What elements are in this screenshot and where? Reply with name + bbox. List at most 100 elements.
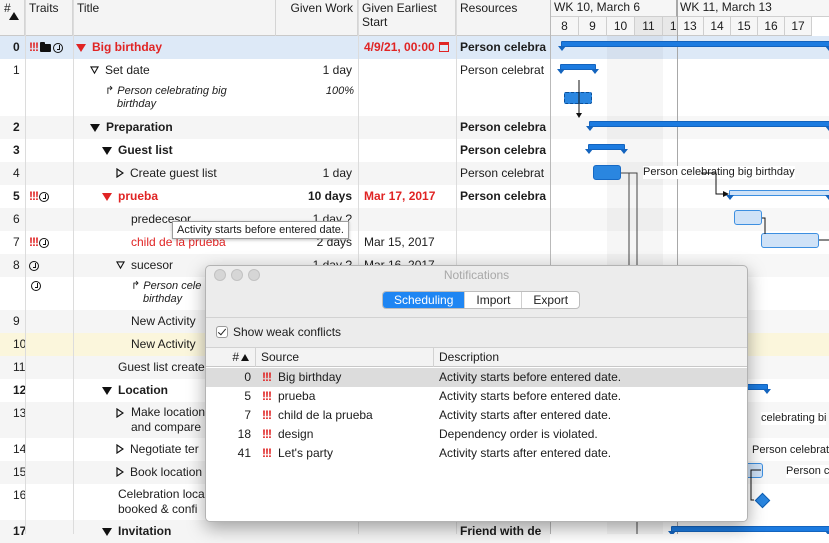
disclosure-triangle-icon[interactable] xyxy=(102,193,112,201)
row-work[interactable]: 10 days xyxy=(276,185,356,208)
assignment-percent[interactable]: 100% xyxy=(276,85,354,98)
disclosure-triangle-closed-icon[interactable] xyxy=(116,467,124,477)
gantt-summary-bar[interactable] xyxy=(585,144,628,154)
gantt-summary-bar[interactable] xyxy=(668,526,829,534)
row-start[interactable]: 4/9/21, 00:00 xyxy=(362,36,456,59)
show-weak-conflicts-label: Show weak conflicts xyxy=(233,325,342,339)
outline-row-assignment-1[interactable]: ↱ Person celebrating big birthday 100% xyxy=(0,82,550,116)
conflict-icon: !!! xyxy=(29,235,39,249)
row-work[interactable]: 1 day xyxy=(276,162,356,185)
outline-row-2[interactable]: 2 Preparation Person celebra xyxy=(0,116,550,139)
row-resources[interactable]: Person celebra xyxy=(460,36,550,59)
notification-row[interactable]: 5 !!! prueba Activity starts before ente… xyxy=(206,387,747,406)
gantt-summary-bar[interactable] xyxy=(726,190,829,200)
row-resources[interactable]: Person celebra xyxy=(460,185,550,208)
row-title[interactable]: Invitation xyxy=(118,524,171,538)
gantt-activity-bar[interactable] xyxy=(734,210,762,225)
tab-export[interactable]: Export xyxy=(522,292,579,308)
tab-scheduling[interactable]: Scheduling xyxy=(383,292,466,308)
week-header: WK 10, March 6 xyxy=(551,0,677,17)
notification-row[interactable]: 0 !!! Big birthday Activity starts befor… xyxy=(206,368,747,387)
column-header-number[interactable]: # xyxy=(206,348,256,367)
row-title[interactable]: Create guest list xyxy=(130,166,217,180)
row-number: 0 xyxy=(13,40,20,54)
disclosure-triangle-closed-icon[interactable] xyxy=(116,168,124,178)
outline-row-0[interactable]: 0 !!! Big birthday 4/9/21, 00:00 Person … xyxy=(0,36,550,59)
row-number: 7 xyxy=(13,235,20,249)
gantt-activity-bar[interactable] xyxy=(761,233,819,248)
column-header-given-work-label: Given Work xyxy=(290,1,353,15)
row-number: 15 xyxy=(13,465,25,479)
disclosure-triangle-icon[interactable] xyxy=(102,387,112,395)
gantt-resource-label: Person celebrati xyxy=(752,444,829,457)
disclosure-triangle-icon[interactable] xyxy=(102,147,112,155)
checkbox-icon[interactable] xyxy=(216,326,228,338)
outline-row-3[interactable]: 3 Guest list Person celebra xyxy=(0,139,550,162)
column-header-given-start[interactable]: Given Earliest Start xyxy=(358,0,456,36)
row-title[interactable]: Celebration loca booked & confi xyxy=(118,487,205,517)
sort-ascending-icon xyxy=(9,12,19,20)
row-work[interactable]: 1 day xyxy=(276,59,356,82)
notification-row[interactable]: 7 !!! child de la prueba Activity starts… xyxy=(206,406,747,425)
row-title[interactable]: Preparation xyxy=(106,120,173,134)
row-number: 9 xyxy=(13,314,20,328)
row-title[interactable]: Make location and compare xyxy=(131,405,205,435)
notification-row[interactable]: 18 !!! design Dependency order is violat… xyxy=(206,425,747,444)
row-number: 4 xyxy=(13,166,20,180)
column-header-given-start-line1: Given Earliest xyxy=(362,1,437,15)
clock-icon xyxy=(29,260,39,271)
row-resources[interactable]: Person celebra xyxy=(460,116,550,139)
sort-ascending-icon xyxy=(241,354,249,361)
row-title[interactable]: prueba xyxy=(118,189,158,203)
outline-row-1[interactable]: 1 Set date 1 day Person celebrat xyxy=(0,59,550,82)
day-header: 16 xyxy=(758,17,785,36)
disclosure-triangle-icon[interactable] xyxy=(90,124,100,132)
gantt-activity-bar[interactable] xyxy=(593,165,621,180)
disclosure-triangle-icon[interactable] xyxy=(76,44,86,52)
milestone-icon[interactable] xyxy=(754,492,771,509)
row-start[interactable]: Mar 17, 2017 xyxy=(362,185,456,208)
gantt-assignment-bar[interactable] xyxy=(564,92,592,104)
row-resources[interactable]: Friend with de xyxy=(460,520,550,543)
column-header-title[interactable]: Title xyxy=(73,0,276,36)
show-weak-conflicts-toggle[interactable]: Show weak conflicts xyxy=(216,324,341,340)
column-header-title-label: Title xyxy=(77,1,100,15)
disclosure-triangle-icon[interactable] xyxy=(102,528,112,536)
gantt-resource-label: Person celebrating big birthday xyxy=(643,166,795,179)
row-resources[interactable]: Person celebrat xyxy=(460,162,550,185)
notification-row[interactable]: 41 !!! Let's party Activity starts after… xyxy=(206,444,747,463)
gantt-summary-bar[interactable] xyxy=(558,41,829,51)
row-title[interactable]: Book location xyxy=(130,465,202,479)
day-header: 14 xyxy=(704,17,731,36)
column-header-traits-label: Traits xyxy=(29,1,59,15)
column-header-number[interactable]: # xyxy=(0,0,25,36)
disclosure-triangle-closed-icon[interactable] xyxy=(116,444,124,454)
disclosure-triangle-open-icon[interactable] xyxy=(116,261,125,270)
outline-row-4[interactable]: 4 Create guest list 1 day Person celebra… xyxy=(0,162,550,185)
row-resources[interactable]: Person celebrat xyxy=(460,59,550,82)
row-title[interactable]: Negotiate ter xyxy=(130,442,199,456)
row-resources[interactable]: Person celebra xyxy=(460,139,550,162)
gantt-row xyxy=(551,36,829,59)
outline-row-5[interactable]: 5 !!! prueba 10 days Mar 17, 2017 Person… xyxy=(0,185,550,208)
column-header-description[interactable]: Description xyxy=(434,348,747,367)
row-title[interactable]: Location xyxy=(118,383,168,397)
gantt-summary-bar[interactable] xyxy=(586,121,829,131)
row-title[interactable]: Guest list xyxy=(118,143,173,157)
disclosure-triangle-closed-icon[interactable] xyxy=(116,408,124,418)
column-header-traits[interactable]: Traits xyxy=(25,0,73,36)
row-title[interactable]: Set date xyxy=(105,63,150,77)
row-start[interactable]: Mar 15, 2017 xyxy=(362,231,456,254)
column-header-given-work[interactable]: Given Work xyxy=(276,0,358,36)
outline-row-17[interactable]: 17 Invitation Friend with de xyxy=(0,520,550,543)
row-title[interactable]: Big birthday xyxy=(92,40,162,54)
gantt-summary-bar[interactable] xyxy=(557,64,599,74)
notifications-window[interactable]: Notifications Scheduling Import Export S… xyxy=(205,265,748,522)
column-header-given-start-line2: Start xyxy=(362,15,388,29)
row-number: 11 xyxy=(13,360,25,374)
disclosure-triangle-open-icon[interactable] xyxy=(90,66,99,75)
tab-import[interactable]: Import xyxy=(465,292,523,308)
column-header-resources[interactable]: Resources xyxy=(456,0,550,36)
row-title[interactable]: sucesor xyxy=(131,258,173,272)
column-header-source[interactable]: Source xyxy=(256,348,434,367)
